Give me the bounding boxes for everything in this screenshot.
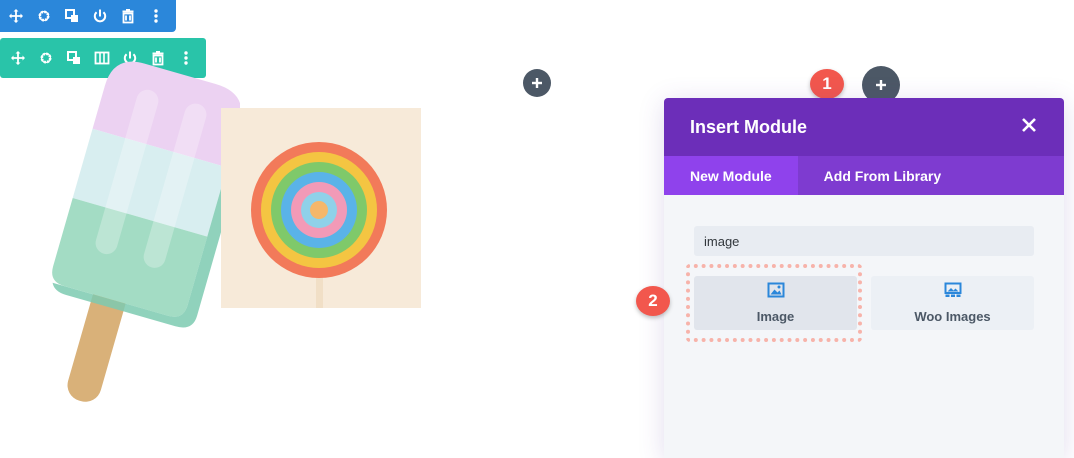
module-search-input[interactable] xyxy=(694,226,1034,256)
close-button[interactable] xyxy=(1022,118,1040,136)
trash-icon[interactable] xyxy=(114,0,142,32)
section-toolbar xyxy=(0,0,176,32)
move-icon[interactable] xyxy=(2,0,30,32)
close-icon xyxy=(1022,118,1036,132)
dialog-body: Image Woo Images xyxy=(664,195,1064,458)
plus-icon xyxy=(876,80,886,90)
duplicate-icon[interactable] xyxy=(58,0,86,32)
module-card-image[interactable]: Image xyxy=(694,276,857,330)
plus-icon xyxy=(532,78,542,88)
dialog-title: Insert Module xyxy=(690,116,808,137)
module-label: Woo Images xyxy=(914,309,991,324)
module-label: Image xyxy=(756,309,795,324)
add-module-button[interactable] xyxy=(523,69,551,97)
gear-icon[interactable] xyxy=(30,0,58,32)
lollipop-image xyxy=(221,108,421,308)
popsicle-image xyxy=(52,61,240,402)
woo-images-icon xyxy=(944,282,962,303)
image-icon xyxy=(767,282,785,303)
power-icon[interactable] xyxy=(86,0,114,32)
dialog-tabs: New Module Add From Library xyxy=(664,156,1064,195)
step-callout-2: 2 xyxy=(636,286,670,316)
module-card-woo-images[interactable]: Woo Images xyxy=(871,276,1034,330)
insert-module-dialog: Insert Module New Module Add From Librar… xyxy=(664,98,1064,458)
tab-add-from-library[interactable]: Add From Library xyxy=(798,156,967,195)
tab-new-module[interactable]: New Module xyxy=(664,156,798,195)
more-icon[interactable] xyxy=(142,0,170,32)
dialog-header: Insert Module xyxy=(664,98,1064,156)
step-callout-1: 1 xyxy=(810,69,844,99)
move-icon[interactable] xyxy=(4,38,32,78)
